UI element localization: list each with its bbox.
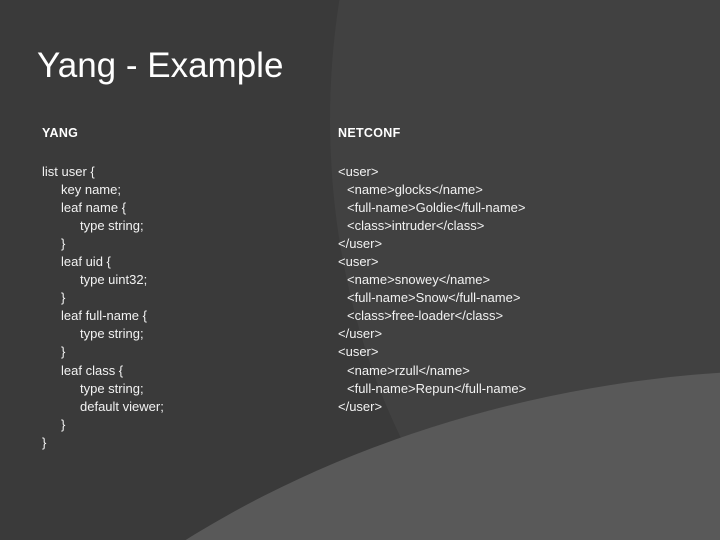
yang-code-line: type string; [80, 380, 144, 396]
yang-code-block: list user { key name; leaf name { type stri… [42, 163, 322, 453]
slide-canvas: Yang - Example YANG list user { key name;… [0, 0, 720, 540]
yang-code-line: type uint32; [80, 272, 148, 288]
yang-code-line: } [61, 290, 66, 306]
netconf-code-line: </user> [338, 235, 383, 251]
page-title: Yang - Example [37, 46, 284, 85]
netconf-column: NETCONF <user> <name>glocks</name> <full-n… [338, 127, 688, 416]
yang-code-line: default viewer; [80, 398, 164, 414]
yang-code-line: leaf full-name { [61, 308, 147, 324]
netconf-code-line: <user> [338, 253, 379, 269]
yang-code-line: } [61, 344, 66, 360]
yang-code-line: leaf class { [61, 362, 124, 378]
netconf-code-line: <name>rzull</name> [347, 362, 470, 378]
netconf-code-line: <user> [338, 163, 379, 179]
yang-code-line: leaf name { [61, 199, 127, 215]
netconf-code-line: <class>intruder</class> [347, 217, 485, 233]
netconf-code-line: <full-name>Goldie</full-name> [347, 199, 526, 215]
yang-code-line: } [61, 235, 66, 251]
yang-code-line: } [42, 434, 47, 450]
yang-code-line: type string; [80, 217, 144, 233]
netconf-code-line: <full-name>Snow</full-name> [347, 290, 521, 306]
netconf-code-line: <name>glocks</name> [347, 181, 483, 197]
netconf-code-line: <full-name>Repun</full-name> [347, 380, 527, 396]
yang-code-line: key name; [61, 181, 121, 197]
netconf-code-line: <class>free-loader</class> [347, 308, 504, 324]
yang-code-line: leaf uid { [61, 253, 111, 269]
netconf-code-line: <name>snowey</name> [347, 272, 491, 288]
yang-column: YANG list user { key name; leaf name { type… [42, 127, 322, 452]
yang-column-header: YANG [42, 126, 79, 140]
netconf-column-header: NETCONF [338, 126, 401, 140]
yang-code-line: } [61, 416, 66, 432]
yang-code-line: type string; [80, 326, 144, 342]
netconf-code-line: <user> [338, 344, 379, 360]
netconf-code-block: <user> <name>glocks</name> <full-name>Gold… [338, 163, 688, 416]
netconf-code-line: </user> [338, 398, 383, 414]
yang-code-line: list user { [42, 163, 95, 179]
netconf-code-line: </user> [338, 326, 383, 342]
slide-content: Yang - Example YANG list user { key name;… [0, 0, 720, 540]
